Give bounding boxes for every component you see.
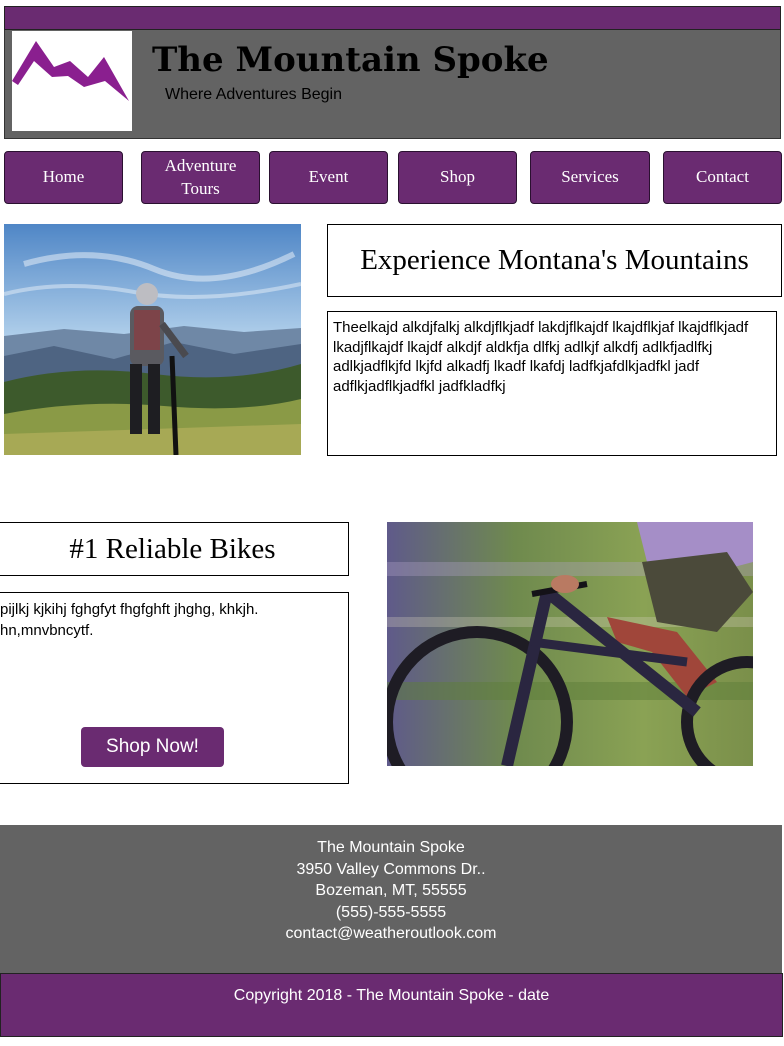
footer-street: 3950 Valley Commons Dr.. xyxy=(296,860,486,878)
bikes-text-line2: hn,mnvbncytf. xyxy=(0,622,94,639)
nav-event[interactable]: Event xyxy=(269,151,388,204)
site-footer: The Mountain Spoke 3950 Valley Commons D… xyxy=(0,825,782,973)
nav-home[interactable]: Home xyxy=(4,151,123,204)
mountain-logo-icon[interactable] xyxy=(12,31,132,131)
shop-now-button[interactable]: Shop Now! xyxy=(81,727,224,767)
site-title: The Mountain Spoke xyxy=(152,40,549,80)
footer-phone: (555)-555-5555 xyxy=(335,903,447,921)
section-text-montana: Theelkajd alkdjfalkj alkdjflkjadf lakdjf… xyxy=(327,311,777,456)
nav-contact[interactable]: Contact xyxy=(663,151,782,204)
mountain-biker-photo xyxy=(4,224,301,455)
nav-adventure-tours[interactable]: Adventure Tours xyxy=(141,151,260,204)
nav-services[interactable]: Services xyxy=(530,151,650,204)
section-heading-montana: Experience Montana's Mountains xyxy=(327,224,782,297)
nav-shop[interactable]: Shop xyxy=(398,151,517,204)
top-bar xyxy=(4,6,781,30)
bikes-text-line1: pijlkj kjkihj fghgfyt fhgfghft jhghg, kh… xyxy=(0,601,259,618)
copyright-bar: Copyright 2018 - The Mountain Spoke - da… xyxy=(0,973,783,1037)
motion-bike-photo xyxy=(387,522,753,766)
section-text-bikes-body: pijlkj kjkihj fghgfyt fhgfghft jhghg, kh… xyxy=(0,593,348,641)
site-header: The Mountain Spoke Where Adventures Begi… xyxy=(4,30,781,139)
section-heading-bikes: #1 Reliable Bikes xyxy=(0,522,349,576)
section-heading-bikes-text: #1 Reliable Bikes xyxy=(69,532,276,565)
copyright-text: Copyright 2018 - The Mountain Spoke - da… xyxy=(233,987,550,1004)
footer-email[interactable]: contact@weatheroutlook.com xyxy=(0,923,782,945)
footer-company-name: The Mountain Spoke xyxy=(317,839,465,856)
footer-city: Bozeman, MT, 55555 xyxy=(315,882,467,899)
site-tagline: Where Adventures Begin xyxy=(165,86,342,103)
